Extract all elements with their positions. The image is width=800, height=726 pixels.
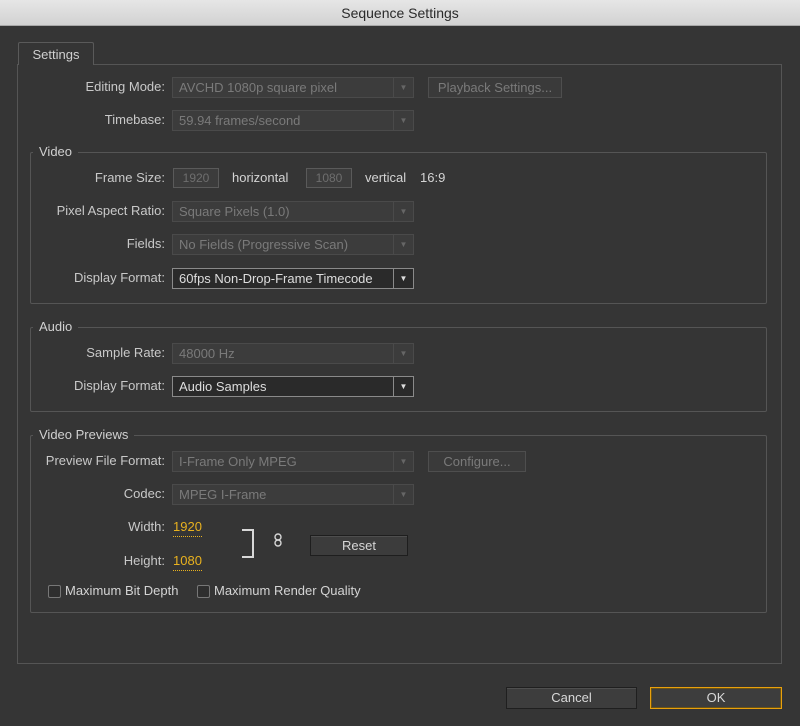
- configure-button: Configure...: [428, 451, 526, 472]
- chevron-down-icon: ▼: [393, 78, 413, 97]
- chevron-down-icon: ▼: [393, 111, 413, 130]
- chevron-down-icon: ▼: [393, 377, 413, 396]
- preview-file-format-label: Preview File Format:: [45, 453, 165, 468]
- window-titlebar: Sequence Settings: [0, 0, 800, 26]
- max-render-quality-checkbox[interactable]: [197, 585, 210, 598]
- audio-display-format-value: Audio Samples: [179, 379, 267, 394]
- chevron-down-icon: ▼: [393, 202, 413, 221]
- chevron-down-icon: ▼: [393, 485, 413, 504]
- pixel-aspect-ratio-label: Pixel Aspect Ratio:: [56, 203, 165, 218]
- chevron-down-icon: ▼: [393, 235, 413, 254]
- reset-button[interactable]: Reset: [310, 535, 408, 556]
- pixel-aspect-ratio-value: Square Pixels (1.0): [179, 204, 290, 219]
- pixel-aspect-ratio-select: Square Pixels (1.0) ▼: [172, 201, 414, 222]
- window-title: Sequence Settings: [341, 4, 459, 21]
- frame-size-label: Frame Size:: [94, 170, 165, 185]
- height-label: Height:: [123, 553, 165, 568]
- video-display-format-select[interactable]: 60fps Non-Drop-Frame Timecode ▼: [172, 268, 414, 289]
- codec-label: Codec:: [123, 486, 165, 501]
- aspect-ratio-text: 16:9: [420, 170, 446, 185]
- cancel-button[interactable]: Cancel: [506, 687, 637, 709]
- chevron-down-icon: ▼: [393, 344, 413, 363]
- timebase-label: Timebase:: [104, 112, 165, 127]
- video-group-title: Video: [33, 144, 79, 160]
- width-value[interactable]: 1920: [173, 517, 202, 537]
- video-display-format-label: Display Format:: [73, 270, 165, 285]
- audio-display-format-select[interactable]: Audio Samples ▼: [172, 376, 414, 397]
- editing-mode-value: AVCHD 1080p square pixel: [179, 80, 338, 95]
- max-render-quality-label: Maximum Render Quality: [214, 583, 361, 598]
- chevron-down-icon: ▼: [393, 269, 413, 288]
- sample-rate-label: Sample Rate:: [86, 345, 165, 360]
- timebase-value: 59.94 frames/second: [179, 113, 301, 128]
- sample-rate-select: 48000 Hz ▼: [172, 343, 414, 364]
- codec-select: MPEG I-Frame ▼: [172, 484, 414, 505]
- playback-settings-button: Playback Settings...: [428, 77, 562, 98]
- preview-file-format-select: I-Frame Only MPEG ▼: [172, 451, 414, 472]
- preview-file-format-value: I-Frame Only MPEG: [179, 454, 297, 469]
- audio-group: [30, 327, 767, 412]
- editing-mode-select: AVCHD 1080p square pixel ▼: [172, 77, 414, 98]
- sample-rate-value: 48000 Hz: [179, 346, 235, 361]
- timebase-select: 59.94 frames/second ▼: [172, 110, 414, 131]
- frame-height-field: 1080: [306, 168, 352, 188]
- ok-button[interactable]: OK: [650, 687, 782, 709]
- codec-value: MPEG I-Frame: [179, 487, 267, 502]
- fields-select: No Fields (Progressive Scan) ▼: [172, 234, 414, 255]
- max-bit-depth-label: Maximum Bit Depth: [65, 583, 179, 598]
- video-display-format-value: 60fps Non-Drop-Frame Timecode: [179, 271, 373, 286]
- width-label: Width:: [128, 519, 165, 534]
- chevron-down-icon: ▼: [393, 452, 413, 471]
- video-previews-group-title: Video Previews: [33, 427, 135, 443]
- audio-group-title: Audio: [33, 319, 79, 335]
- fields-label: Fields:: [126, 236, 165, 251]
- horizontal-label: horizontal: [232, 170, 289, 185]
- max-bit-depth-checkbox[interactable]: [48, 585, 61, 598]
- frame-width-field: 1920: [173, 168, 219, 188]
- vertical-label: vertical: [365, 170, 407, 185]
- chain-link-icon[interactable]: [274, 533, 282, 547]
- editing-mode-label: Editing Mode:: [85, 79, 166, 94]
- fields-value: No Fields (Progressive Scan): [179, 237, 349, 252]
- dimension-link-bracket: [242, 529, 254, 558]
- audio-display-format-label: Display Format:: [73, 378, 165, 393]
- height-value[interactable]: 1080: [173, 551, 202, 571]
- tab-settings[interactable]: Settings: [18, 42, 94, 65]
